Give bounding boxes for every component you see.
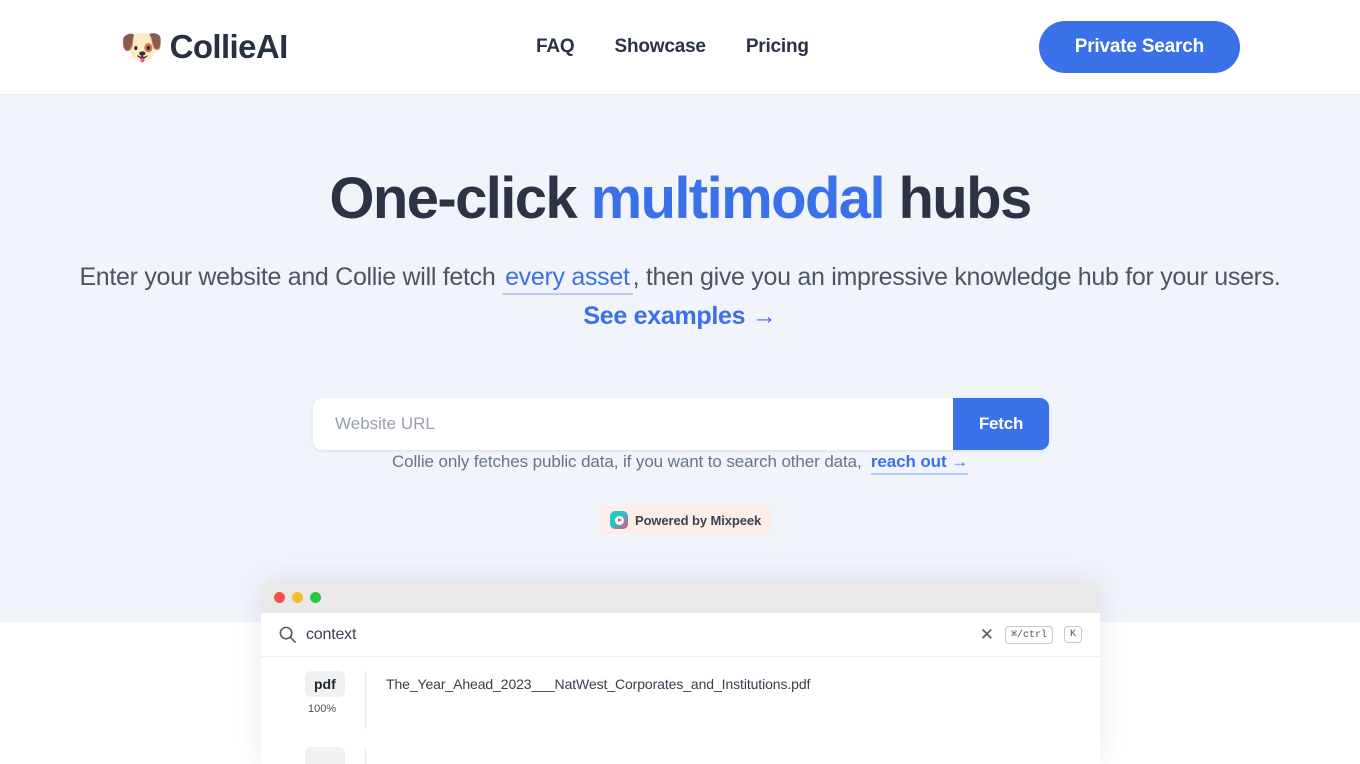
hero-section: One-click multimodal hubs Enter your web… [0, 95, 1360, 331]
nav-item-pricing[interactable]: Pricing [746, 36, 809, 58]
table-row[interactable]: pdf [261, 739, 1100, 764]
file-type-badge: pdf [305, 671, 345, 697]
site-header: 🐶 CollieAI FAQ Showcase Pricing Private … [0, 0, 1360, 95]
subtitle-part-2: , then give you an impressive knowledge … [632, 262, 1281, 291]
headline-part-1: One-click [329, 166, 591, 231]
headline-accent: multimodal [590, 166, 886, 231]
close-icon[interactable]: ✕ [980, 626, 994, 643]
search-results-list: pdf 100% The_Year_Ahead_2023___NatWest_C… [261, 657, 1100, 764]
page-root: 🐶 CollieAI FAQ Showcase Pricing Private … [0, 0, 1360, 764]
result-meta: pdf 100% [261, 671, 365, 715]
result-meta: pdf [261, 747, 365, 764]
result-main: The_Year_Ahead_2023___NatWest_Corporates… [365, 671, 1100, 729]
window-titlebar [261, 582, 1100, 613]
every-asset-link[interactable]: every asset [502, 262, 633, 295]
search-icon [272, 625, 302, 644]
reach-out-link[interactable]: reach out → [870, 452, 968, 475]
fetch-button[interactable]: Fetch [953, 398, 1049, 450]
search-query-text: context [306, 625, 357, 643]
hero-subtitle: Enter your website and Collie will fetch… [0, 260, 1360, 295]
nav-item-showcase[interactable]: Showcase [614, 36, 706, 58]
powered-by-label: Powered by Mixpeek [635, 512, 762, 528]
logo-text: CollieAI [169, 28, 289, 65]
table-row[interactable]: pdf 100% The_Year_Ahead_2023___NatWest_C… [261, 657, 1100, 739]
see-examples-link[interactable]: See examples → [583, 302, 776, 331]
search-bar[interactable]: context ✕ ⌘/ctrl K [261, 613, 1100, 657]
file-type-badge: pdf [305, 747, 345, 764]
fetch-bar: Fetch [313, 398, 1049, 450]
subtitle-part-1: Enter your website and Collie will fetch [79, 262, 503, 291]
logo[interactable]: 🐶 CollieAI [120, 28, 288, 66]
mixpeek-icon [610, 511, 628, 529]
match-score: 100% [308, 703, 337, 715]
dog-icon: 🐶 [120, 27, 164, 67]
result-main [365, 747, 1100, 764]
result-filename: The_Year_Ahead_2023___NatWest_Corporates… [386, 676, 811, 692]
search-bar-actions: ✕ ⌘/ctrl K [980, 625, 1082, 644]
headline-part-2: hubs [883, 166, 1032, 231]
close-traffic-light[interactable] [274, 592, 285, 603]
page-title: One-click multimodal hubs [0, 166, 1360, 232]
private-search-button[interactable]: Private Search [1038, 21, 1240, 73]
nav-item-faq[interactable]: FAQ [536, 36, 575, 58]
disclaimer-text: Collie only fetches public data, if you … [391, 452, 862, 471]
app-window-mockup: context ✕ ⌘/ctrl K pdf 100% The_Year_Ahe… [261, 582, 1100, 764]
powered-by-badge[interactable]: Powered by Mixpeek [601, 506, 773, 534]
website-url-input[interactable] [313, 398, 953, 450]
main-nav: FAQ Showcase Pricing [536, 36, 809, 58]
shortcut-modifier-key: ⌘/ctrl [1004, 625, 1053, 644]
maximize-traffic-light[interactable] [310, 592, 321, 603]
minimize-traffic-light[interactable] [292, 592, 303, 603]
shortcut-letter-key: K [1063, 626, 1082, 643]
disclaimer: Collie only fetches public data, if you … [0, 452, 1360, 475]
